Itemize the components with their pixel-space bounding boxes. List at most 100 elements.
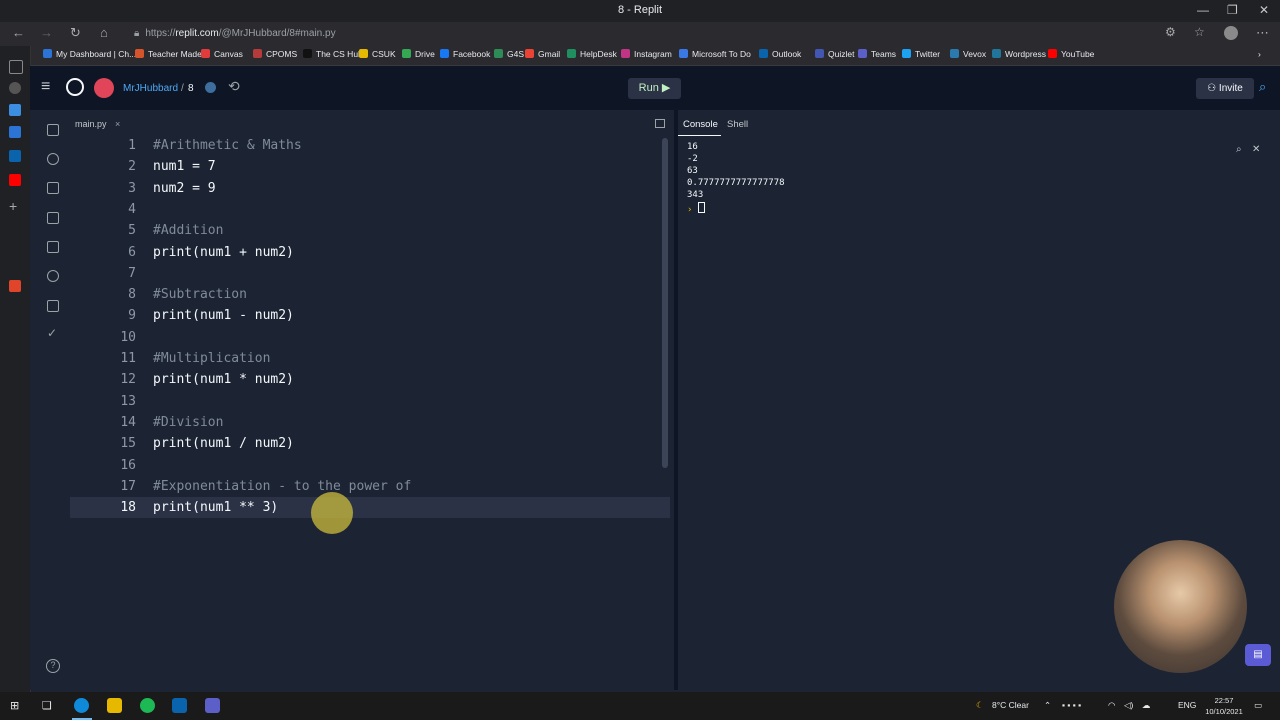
recording-icon[interactable] [9,280,21,292]
repl-name[interactable]: 8 [188,83,194,94]
bookmark-item[interactable]: Gmail [525,49,560,59]
home-icon[interactable]: ⌂ [100,25,108,40]
file-explorer-icon[interactable] [107,698,122,713]
code-text[interactable]: #Exponentiation - to the power of [153,476,411,497]
close-window-button[interactable]: ✕ [1259,3,1269,17]
code-line[interactable]: 18 print(num1 ** 3) [70,497,670,519]
outlook-taskbar-icon[interactable] [172,698,187,713]
spotify-icon[interactable] [140,698,155,713]
bookmark-item[interactable]: Wordpress [992,49,1046,59]
code-line[interactable]: 16 [70,455,670,476]
bookmark-item[interactable]: Canvas [201,49,243,59]
extensions-icon[interactable]: ⚙ [1165,25,1176,39]
tab-shell[interactable]: Shell [727,119,748,130]
code-text[interactable]: num1 = 7 [153,156,216,177]
bookmark-item[interactable]: Twitter [902,49,940,59]
version-control-icon[interactable] [47,153,59,165]
teams-icon[interactable] [205,698,220,713]
language-indicator[interactable]: ENG [1178,700,1196,710]
bookmark-item[interactable]: The CS Hub [303,49,363,59]
chat-icon[interactable]: ▤ [1245,644,1271,666]
back-icon[interactable]: ← [12,25,25,40]
edge-icon[interactable] [74,698,89,713]
code-text[interactable]: #Multiplication [153,348,270,369]
bookmark-item[interactable]: Microsoft To Do [679,49,751,59]
database-icon[interactable] [47,300,59,312]
code-editor[interactable]: main.py × 1 #Arithmetic & Maths 2 num1 = 73… [68,110,674,690]
code-line[interactable]: 13 [70,391,670,412]
add-icon[interactable]: + [9,198,17,214]
console-prompt[interactable]: › [687,202,705,215]
code-line[interactable]: 10 [70,327,670,348]
outlook-icon[interactable] [9,150,21,162]
code-text[interactable]: #Addition [153,220,223,241]
close-tab-icon[interactable]: × [115,119,120,129]
refresh-icon[interactable]: ↻ [70,25,81,41]
code-line[interactable]: 12 print(num1 * num2) [70,369,670,390]
code-line[interactable]: 4 [70,199,670,220]
bookmark-item[interactable]: YouTube [1048,49,1094,59]
code-line[interactable]: 3 num2 = 9 [70,178,670,199]
app-icon[interactable] [9,104,21,116]
forward-icon[interactable]: → [40,25,53,40]
tray-chevron-icon[interactable]: ⌃ [1044,700,1051,711]
debugger-icon[interactable] [47,182,59,194]
profile-avatar[interactable] [1224,26,1238,40]
code-text[interactable]: #Arithmetic & Maths [153,135,302,156]
console-search-icon[interactable]: ⌕ [1236,144,1242,155]
code-line[interactable]: 6 print(num1 + num2) [70,242,670,263]
secrets-lock-icon[interactable] [47,241,59,253]
search-icon[interactable]: ⌕ [1259,79,1266,95]
code-line[interactable]: 2 num1 = 7 [70,156,670,177]
address-bar[interactable]: 🔒︎ https://replit.com/@MrJHubbard/8#main.… [126,24,1126,44]
editor-scrollbar[interactable] [662,138,668,468]
restore-button[interactable]: ❐ [1227,3,1238,17]
clear-console-icon[interactable]: ✕ [1252,144,1260,155]
code-text[interactable]: #Subtraction [153,284,247,305]
bookmark-item[interactable]: Quizlet [815,49,854,59]
weather-text[interactable]: 8°C Clear [992,700,1029,710]
task-view-icon[interactable]: ❏ [42,699,52,712]
youtube-icon[interactable] [9,174,21,186]
bookmark-item[interactable]: G4S [494,49,524,59]
run-button[interactable]: Run ▶ [628,78,681,99]
clock[interactable]: 22:57 10/10/2021 [1203,695,1245,717]
invite-button[interactable]: ⚇ Invite [1196,78,1254,99]
bookmark-item[interactable]: Drive [402,49,435,59]
check-icon[interactable]: ✓ [47,326,57,340]
code-line[interactable]: 15 print(num1 / num2) [70,433,670,454]
tray-app-icons[interactable]: ▪ ▪ ▪ ▪ [1062,700,1081,710]
bookmark-item[interactable]: Facebook [440,49,490,59]
bookmark-item[interactable]: Outlook [759,49,801,59]
packages-icon[interactable] [47,212,59,224]
history-icon[interactable]: ⟲ [228,78,240,95]
tabs-icon[interactable] [9,60,23,74]
files-icon[interactable] [47,124,59,136]
code-line[interactable]: 1 #Arithmetic & Maths [70,135,670,156]
settings-icon[interactable] [47,270,59,282]
tab-console[interactable]: Console [683,119,718,130]
replit-logo-icon[interactable] [66,78,84,96]
username-link[interactable]: MrJHubbard [123,83,178,94]
code-text[interactable]: num2 = 9 [153,178,216,199]
code-line[interactable]: 11 #Multiplication [70,348,670,369]
bookmark-item[interactable]: Instagram [621,49,672,59]
code-line[interactable]: 9 print(num1 - num2) [70,305,670,326]
code-text[interactable]: print(num1 + num2) [153,242,294,263]
pen-icon[interactable] [9,126,21,138]
volume-icon[interactable]: ◁) [1124,700,1133,711]
code-line[interactable]: 8 #Subtraction [70,284,670,305]
bookmark-item[interactable]: Teacher Made [135,49,202,59]
bookmark-item[interactable]: CPOMS [253,49,297,59]
code-line[interactable]: 7 [70,263,670,284]
bookmarks-overflow-icon[interactable]: › [1258,49,1261,59]
menu-icon[interactable]: ≡ [41,78,50,96]
more-menu-icon[interactable]: ⋯ [1256,25,1269,41]
replit-tab-icon[interactable] [9,82,21,94]
code-text[interactable]: #Division [153,412,223,433]
code-text[interactable]: print(num1 ** 3) [153,497,278,518]
code-line[interactable]: 14 #Division [70,412,670,433]
favorites-icon[interactable]: ☆ [1194,25,1205,39]
code-text[interactable]: print(num1 * num2) [153,369,294,390]
bookmark-item[interactable]: CSUK [359,49,396,59]
